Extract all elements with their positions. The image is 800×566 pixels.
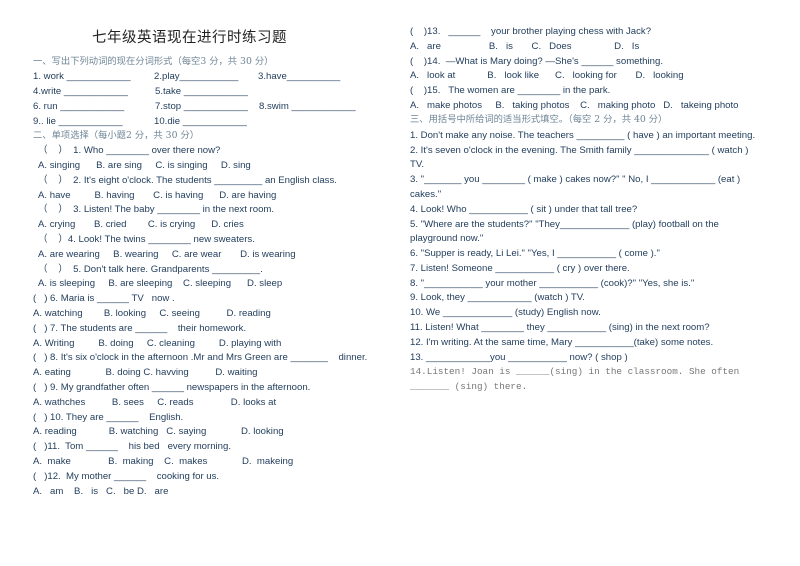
fill-line: playground now." [410, 233, 484, 244]
verb-item: 10.die ____________ [154, 116, 247, 127]
worksheet-page: 七年级英语现在进行时练习题 一、写出下列动词的现在分词形式（每空3 分，共 30… [0, 0, 800, 566]
question-line: ( ) 6. Maria is ______ TV now . [33, 293, 175, 304]
fill-line: 9. Look, they ____________ (watch ) TV. [410, 292, 585, 303]
question-line: ( )14. —What is Mary doing? —She's _____… [410, 56, 663, 67]
options-line: A. are B. is C. Does D. Is [410, 41, 640, 52]
fill-line: _______ (sing) there. [410, 381, 528, 392]
options-line: A. Writing B. doing C. cleaning D. playi… [33, 338, 282, 349]
fill-line: 11. Listen! What ________ they _________… [410, 322, 710, 333]
fill-line: 6. "Supper is ready, Li Lei." "Yes, I __… [410, 248, 660, 259]
section-2-header: 二、单项选择（每小题2 分，共 30 分） [33, 130, 200, 141]
verb-item: 1. work ____________ [33, 71, 131, 82]
question-line: （ ） 3. Listen! The baby ________ in the … [38, 204, 275, 215]
question-line: （ ） 2. It's eight o'clock. The students … [38, 175, 337, 186]
fill-line: cakes." [410, 189, 442, 200]
verb-item: 5.take ____________ [155, 86, 248, 97]
fill-line: 5. "Where are the students?" "They______… [410, 219, 719, 230]
options-line: A. watching B. looking C. seeing D. read… [33, 308, 271, 319]
fill-line: 10. We _____________ (study) English now… [410, 307, 601, 318]
verb-item: 9.. lie ____________ [33, 116, 123, 127]
options-line: A. singing B. are sing C. is singing D. … [38, 160, 251, 171]
section-1-header: 一、写出下列动词的现在分词形式（每空3 分，共 30 分） [33, 56, 274, 67]
section-3-header: 三、用括号中所给词的适当形式填空。（每空 2 分，共 40 分） [410, 114, 668, 125]
fill-line: 4. Look! Who ___________ ( sit ) under t… [410, 204, 638, 215]
options-line: A. are wearing B. wearing C. are wear D.… [38, 249, 296, 260]
fill-line: 8. "___________ your mother ___________ … [410, 278, 695, 289]
fill-line: 2. It's seven o'clock in the evening. Th… [410, 145, 749, 156]
question-line: （ ） 1. Who ________ over there now? [38, 145, 221, 156]
fill-line: 14.Listen! Joan is ______(sing) in the c… [410, 366, 740, 377]
question-line: （ ）4. Look! The twins ________ new sweat… [38, 234, 255, 245]
question-line: ( ) 7. The students are ______ their hom… [33, 323, 247, 334]
fill-line: TV. [410, 159, 425, 170]
verb-item: 8.swim ____________ [259, 101, 356, 112]
verb-item: 2.play___________ [154, 71, 239, 82]
options-line: A. reading B. watching C. saying D. look… [33, 426, 284, 437]
options-line: A. look at B. look like C. looking for D… [410, 70, 684, 81]
fill-line: 7. Listen! Someone ___________ ( cry ) o… [410, 263, 630, 274]
fill-line: 1. Don't make any noise. The teachers __… [410, 130, 756, 141]
fill-line: 3. "_______ you ________ ( make ) cakes … [410, 174, 741, 185]
options-line: A. make B. making C. makes D. makeing [33, 456, 294, 467]
question-line: ( )11. Tom ______ his bed every morning. [33, 441, 232, 452]
question-line: ( ) 8. It's six o'clock in the afternoon… [33, 352, 368, 363]
fill-line: 13. ____________you ___________ now? ( s… [410, 352, 628, 363]
verb-item: 4.write ____________ [33, 86, 128, 97]
question-line: ( ) 9. My grandfather often ______ newsp… [33, 382, 311, 393]
fill-line: 12. I'm writing. At the same time, Mary … [410, 337, 714, 348]
options-line: A. crying B. cried C. is crying D. cries [38, 219, 244, 230]
question-line: ( )12. My mother ______ cooking for us. [33, 471, 220, 482]
options-line: A. wathches B. sees C. reads D. looks at [33, 397, 277, 408]
options-line: A. have B. having C. is having D. are ha… [38, 190, 277, 201]
options-line: A. make photos B. taking photos C. makin… [410, 100, 739, 111]
question-line: （ ） 5. Don't talk here. Grandparents ___… [38, 264, 263, 275]
question-line: ( )13. ______ your brother playing chess… [410, 26, 652, 37]
question-line: ( ) 10. They are ______ English. [33, 412, 184, 423]
options-line: A. is sleeping B. are sleeping C. sleepi… [38, 278, 283, 289]
options-line: A. eating B. doing C. havving D. waiting [33, 367, 258, 378]
verb-item: 6. run ____________ [33, 101, 125, 112]
verb-item: 3.have__________ [258, 71, 341, 82]
options-line: A. am B. is C. be D. are [33, 486, 169, 497]
verb-item: 7.stop ____________ [155, 101, 248, 112]
question-line: ( )15. The women are ________ in the par… [410, 85, 611, 96]
worksheet-title: 七年级英语现在进行时练习题 [92, 30, 287, 46]
